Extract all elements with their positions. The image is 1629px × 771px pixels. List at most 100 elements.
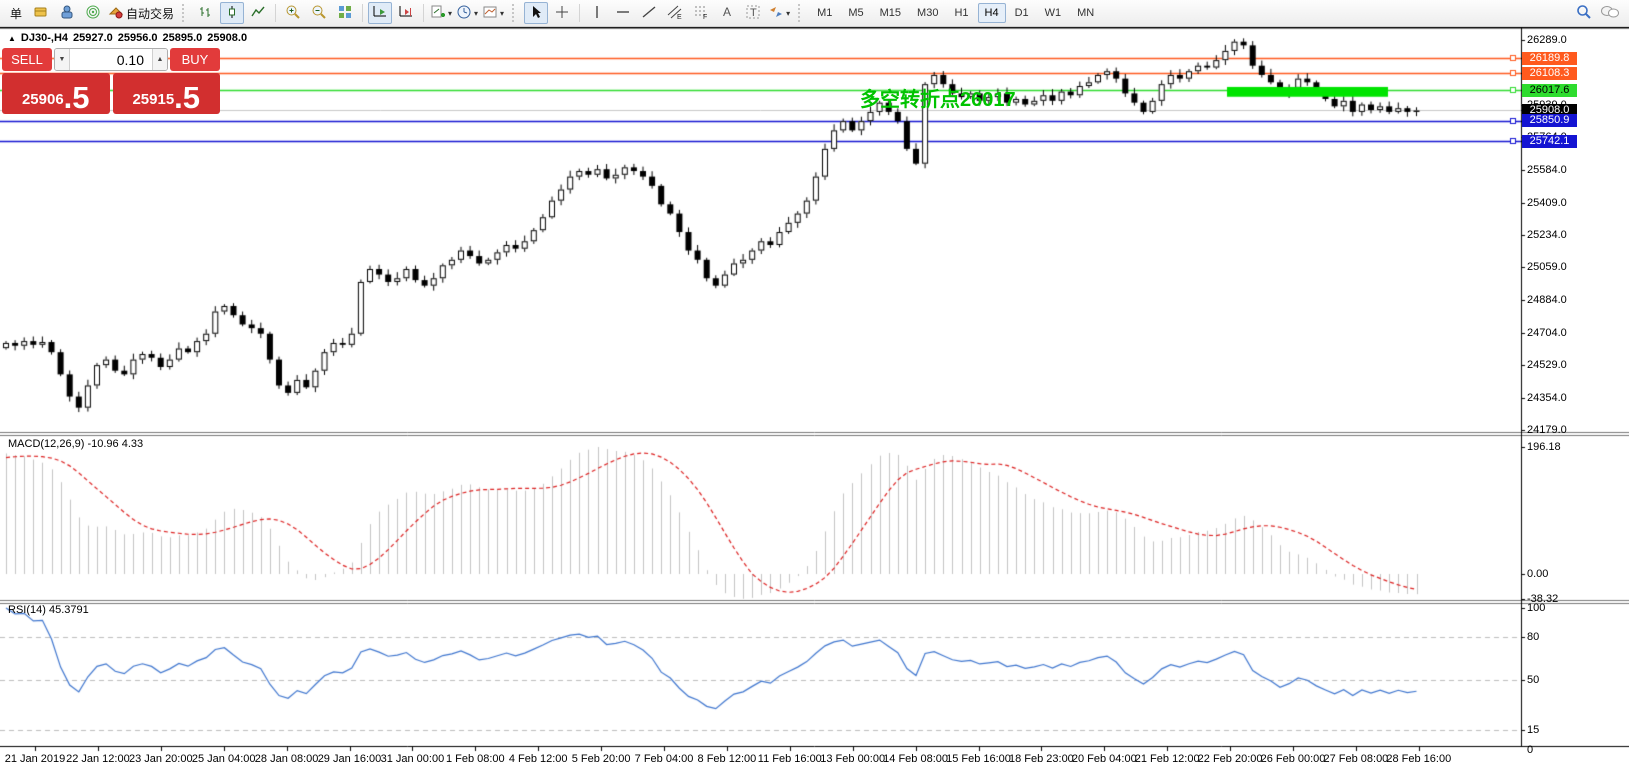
timeframe-button-W1[interactable]: W1	[1038, 3, 1069, 23]
toolbar-text-button[interactable]: A	[715, 2, 739, 24]
timeframe-button-M5[interactable]: M5	[841, 3, 870, 23]
time-label: 26 Feb 00:00	[1260, 753, 1326, 765]
time-label: 7 Feb 04:00	[634, 753, 694, 765]
toolbar-line-chart-button[interactable]	[246, 2, 270, 24]
sell-price-display[interactable]: 25906 .5	[2, 73, 110, 114]
timeframe-button-H1[interactable]: H1	[947, 3, 975, 23]
volume-decrease-icon[interactable]: ▼	[55, 49, 70, 70]
horizontal-line-icon	[615, 4, 631, 23]
symbol-period-label: DJ30-,H4	[20, 32, 68, 44]
trendline-icon	[641, 4, 657, 23]
svg-text:E: E	[677, 14, 682, 20]
toolbar-auto-trading-button[interactable]: 自动交易	[107, 2, 175, 24]
toolbar-chat-button[interactable]	[1598, 2, 1622, 24]
toolbar-vertical-line-button[interactable]	[585, 2, 609, 24]
price-tick: 25059.0	[1527, 261, 1567, 274]
timeframe-button-M30[interactable]: M30	[910, 3, 945, 23]
line-chart-icon	[250, 4, 266, 23]
chart-canvas[interactable]	[0, 0, 1629, 771]
dropdown-caret-icon: ▾	[448, 8, 453, 18]
toolbar-history-center-button[interactable]	[29, 2, 53, 24]
fibonacci-icon: F	[693, 4, 709, 23]
toolbar-chart-shift-button[interactable]	[394, 2, 418, 24]
volume-input[interactable]	[70, 49, 152, 70]
macd-tick: 0.00	[1527, 568, 1549, 580]
navigator-icon	[59, 4, 75, 23]
rsi-tick: 100	[1527, 602, 1546, 615]
toolbar-new-order-label: 单	[9, 6, 22, 21]
toolbar-search-button[interactable]	[1572, 2, 1596, 24]
toolbar-zoom-out-button[interactable]	[307, 2, 331, 24]
toolbar-drag-handle[interactable]	[798, 4, 805, 22]
time-label: 14 Feb 08:00	[883, 753, 949, 765]
volume-increase-icon[interactable]: ▲	[152, 49, 167, 70]
zoom-out-icon	[311, 4, 327, 23]
search-icon	[1576, 4, 1592, 23]
timeframe-button-H4[interactable]: H4	[977, 3, 1006, 23]
toolbar-navigator-button[interactable]	[55, 2, 79, 24]
rsi-tick: 15	[1527, 724, 1540, 737]
toolbar-crosshair-button[interactable]	[550, 2, 574, 24]
periods-icon	[456, 4, 472, 23]
rsi-indicator-label: RSI(14) 45.3791	[8, 604, 89, 616]
arrow-objects-icon	[768, 4, 784, 23]
toolbar-horizontal-line-button[interactable]	[611, 2, 635, 24]
time-label: 28 Feb 16:00	[1386, 753, 1452, 765]
buy-button[interactable]: BUY	[170, 48, 220, 71]
rsi-tick: 0	[1527, 744, 1534, 756]
tile-windows-icon	[337, 4, 353, 23]
toolbar-trendline-button[interactable]	[637, 2, 661, 24]
toolbar-templates-button[interactable]: ▾	[481, 2, 505, 24]
dropdown-caret-icon: ▾	[500, 8, 505, 18]
toolbar-text-label-button[interactable]: T	[741, 2, 765, 24]
toolbar-tile-windows-button[interactable]	[333, 2, 357, 24]
toolbar-equidistant-channel-button[interactable]: E	[663, 2, 687, 24]
toolbar-arrow-objects-button[interactable]: ▾	[767, 2, 791, 24]
toolbar-candlestick-button[interactable]	[220, 2, 245, 24]
toolbar-drag-handle[interactable]	[512, 4, 519, 22]
buy-price-display[interactable]: 25915 .5	[112, 73, 220, 115]
ohlc-open: 25927.0	[73, 32, 113, 44]
auto-scroll-icon	[372, 4, 388, 23]
toolbar-broadcast-button[interactable]	[81, 2, 105, 24]
main-toolbar: 单 自动交易 ▾ ▾ ▾ E F A T ▾ M1 M5 M15 M30 H1 H4 D1 W1 MN	[0, 0, 1629, 27]
toolbar-indicators-button[interactable]: ▾	[429, 2, 453, 24]
toolbar-zoom-in-button[interactable]	[281, 2, 305, 24]
time-label: 4 Feb 12:00	[508, 753, 568, 765]
toolbar-bar-chart-button[interactable]	[194, 2, 218, 24]
templates-icon	[482, 4, 498, 23]
time-label: 20 Feb 04:00	[1071, 753, 1137, 765]
chart-title: ▲ DJ30-,H4 25927.0 25956.0 25895.0 25908…	[8, 32, 247, 44]
collapse-panel-icon[interactable]: ▲	[8, 34, 16, 43]
price-tick: 26289.0	[1527, 34, 1567, 46]
price-tick: 24354.0	[1527, 391, 1567, 404]
price-tick: 24529.0	[1527, 359, 1567, 372]
toolbar-periods-button[interactable]: ▾	[455, 2, 479, 24]
timeframe-button-M1[interactable]: M1	[810, 3, 839, 23]
toolbar-separator	[362, 4, 364, 22]
toolbar-auto-scroll-button[interactable]	[368, 2, 393, 24]
sell-button[interactable]: SELL	[2, 48, 52, 71]
timeframe-button-M15[interactable]: M15	[873, 3, 908, 23]
svg-text:T: T	[750, 7, 757, 19]
price-tick: 24179.0	[1527, 424, 1567, 437]
time-label: 15 Feb 16:00	[946, 753, 1011, 765]
time-label: 27 Feb 08:00	[1323, 753, 1389, 765]
toolbar-new-order-button[interactable]: 单	[3, 2, 27, 24]
one-click-trading-panel: SELL ▼ ▲ BUY 25906 .5 25915 .5	[2, 48, 220, 114]
toolbar-fibonacci-button[interactable]: F	[689, 2, 713, 24]
vertical-line-icon	[589, 4, 605, 23]
toolbar-drag-handle[interactable]	[182, 4, 189, 22]
price-tick: 24704.0	[1527, 326, 1567, 339]
chat-icon	[1600, 4, 1620, 23]
timeframe-button-D1[interactable]: D1	[1008, 3, 1036, 23]
time-label: 1 Feb 08:00	[445, 753, 505, 765]
broadcast-icon	[85, 4, 101, 23]
timeframe-button-MN[interactable]: MN	[1070, 3, 1101, 23]
time-label: 31 Jan 00:00	[380, 753, 445, 765]
time-label: 22 Feb 20:00	[1197, 753, 1263, 765]
toolbar-cursor-button[interactable]	[524, 2, 549, 24]
buy-price-fraction: .5	[174, 79, 201, 115]
dropdown-caret-icon: ▾	[474, 8, 479, 18]
price-tick: 25584.0	[1527, 164, 1567, 177]
